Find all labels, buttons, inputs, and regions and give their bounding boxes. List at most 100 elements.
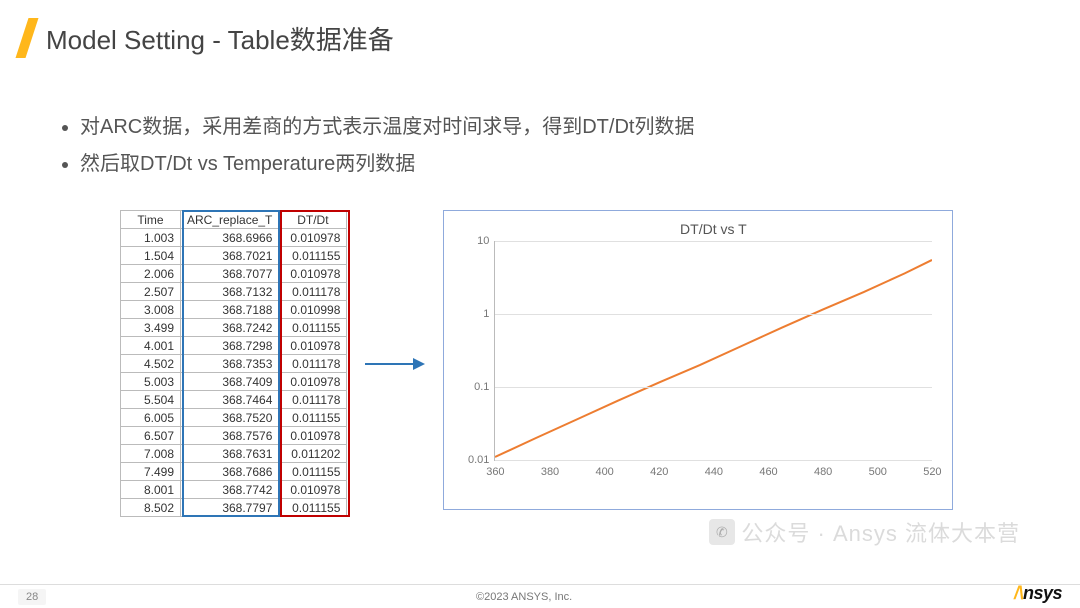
data-table: Time ARC_replace_T DT/Dt 1.003368.69660.… (120, 210, 347, 517)
table-cell: 368.6966 (181, 229, 279, 247)
table-cell: 0.010978 (279, 265, 347, 283)
footer: 28 ©2023 ANSYS, Inc. (0, 584, 1080, 608)
table-row: 5.003368.74090.010978 (121, 373, 347, 391)
table-cell: 2.507 (121, 283, 181, 301)
table-cell: 368.7132 (181, 283, 279, 301)
table-cell: 368.7631 (181, 445, 279, 463)
table-cell: 4.001 (121, 337, 181, 355)
table-cell: 7.008 (121, 445, 181, 463)
ansys-logo: /\nsys (1014, 583, 1062, 604)
bullet-item: 对ARC数据，采用差商的方式表示温度对时间求导，得到DT/Dt列数据 (80, 110, 694, 139)
table-row: 2.006368.70770.010978 (121, 265, 347, 283)
bullet-list: 对ARC数据，采用差商的方式表示温度对时间求导，得到DT/Dt列数据 然后取DT… (62, 110, 694, 184)
table-cell: 0.010978 (279, 427, 347, 445)
gridline (495, 387, 932, 388)
table-row: 7.499368.76860.011155 (121, 463, 347, 481)
table-row: 4.001368.72980.010978 (121, 337, 347, 355)
table-row: 8.502368.77970.011155 (121, 499, 347, 517)
table-cell: 6.005 (121, 409, 181, 427)
table-cell: 0.011155 (279, 499, 347, 517)
table-cell: 0.011178 (279, 355, 347, 373)
x-tick-label: 460 (759, 466, 777, 478)
wechat-icon: ✆ (709, 519, 735, 545)
gridline (495, 460, 932, 461)
table-cell: 0.011155 (279, 409, 347, 427)
data-table-wrap: Time ARC_replace_T DT/Dt 1.003368.69660.… (120, 210, 347, 517)
table-row: 2.507368.71320.011178 (121, 283, 347, 301)
y-tick-label: 0.1 (459, 381, 489, 393)
table-cell: 0.011155 (279, 247, 347, 265)
x-tick-label: 500 (869, 466, 887, 478)
table-cell: 0.010978 (279, 229, 347, 247)
table-cell: 368.7188 (181, 301, 279, 319)
slide-title-bar: Model Setting - Table数据准备 (22, 18, 394, 58)
table-cell: 368.7353 (181, 355, 279, 373)
table-cell: 368.7242 (181, 319, 279, 337)
watermark: ✆ 公众号 · Ansys 流体大本营 (709, 516, 1020, 548)
table-cell: 368.7077 (181, 265, 279, 283)
y-tick-label: 10 (459, 235, 489, 247)
x-tick-label: 440 (705, 466, 723, 478)
table-cell: 1.003 (121, 229, 181, 247)
table-cell: 8.502 (121, 499, 181, 517)
slide-title: Model Setting - Table数据准备 (46, 20, 394, 57)
x-tick-label: 380 (541, 466, 559, 478)
table-cell: 368.7520 (181, 409, 279, 427)
chart-panel: DT/Dt vs T 0.010.11103603804004204404604… (443, 210, 953, 510)
table-cell: 368.7686 (181, 463, 279, 481)
table-cell: 368.7298 (181, 337, 279, 355)
bullet-item: 然后取DT/Dt vs Temperature两列数据 (80, 147, 694, 176)
chart-title: DT/Dt vs T (494, 221, 932, 237)
y-tick-label: 1 (459, 308, 489, 320)
col-header-dt: DT/Dt (279, 211, 347, 229)
table-row: 3.008368.71880.010998 (121, 301, 347, 319)
table-row: 5.504368.74640.011178 (121, 391, 347, 409)
table-cell: 5.003 (121, 373, 181, 391)
table-cell: 0.010978 (279, 481, 347, 499)
arrow-right (365, 210, 425, 517)
table-cell: 1.504 (121, 247, 181, 265)
table-row: 6.507368.75760.010978 (121, 427, 347, 445)
table-row: 4.502368.73530.011178 (121, 355, 347, 373)
table-cell: 2.006 (121, 265, 181, 283)
table-row: 7.008368.76310.011202 (121, 445, 347, 463)
table-cell: 7.499 (121, 463, 181, 481)
x-tick-label: 480 (814, 466, 832, 478)
table-cell: 368.7797 (181, 499, 279, 517)
table-cell: 368.7409 (181, 373, 279, 391)
table-cell: 0.011178 (279, 391, 347, 409)
table-header-row: Time ARC_replace_T DT/Dt (121, 211, 347, 229)
gridline (495, 241, 932, 242)
content-row: Time ARC_replace_T DT/Dt 1.003368.69660.… (120, 210, 953, 517)
table-cell: 368.7464 (181, 391, 279, 409)
x-tick-label: 360 (486, 466, 504, 478)
table-cell: 0.011155 (279, 319, 347, 337)
table-row: 3.499368.72420.011155 (121, 319, 347, 337)
table-cell: 6.507 (121, 427, 181, 445)
table-cell: 3.499 (121, 319, 181, 337)
table-row: 1.003368.69660.010978 (121, 229, 347, 247)
table-cell: 5.504 (121, 391, 181, 409)
slide: { "title": "Model Setting - Table数据准备", … (0, 0, 1080, 608)
col-header-time: Time (121, 211, 181, 229)
table-cell: 4.502 (121, 355, 181, 373)
table-row: 6.005368.75200.011155 (121, 409, 347, 427)
table-cell: 0.010978 (279, 373, 347, 391)
y-tick-label: 0.01 (459, 454, 489, 466)
table-cell: 368.7742 (181, 481, 279, 499)
col-header-arc: ARC_replace_T (181, 211, 279, 229)
table-cell: 368.7021 (181, 247, 279, 265)
chart-line (495, 241, 932, 460)
chart-area: 0.010.1110360380400420440460480500520 (494, 241, 932, 461)
table-cell: 3.008 (121, 301, 181, 319)
table-cell: 368.7576 (181, 427, 279, 445)
table-cell: 0.011202 (279, 445, 347, 463)
title-accent (16, 18, 39, 58)
table-cell: 0.010998 (279, 301, 347, 319)
table-cell: 0.011178 (279, 283, 347, 301)
table-cell: 0.010978 (279, 337, 347, 355)
table-cell: 0.011155 (279, 463, 347, 481)
arrow-right-icon (365, 354, 425, 374)
x-tick-label: 520 (923, 466, 941, 478)
gridline (495, 314, 932, 315)
